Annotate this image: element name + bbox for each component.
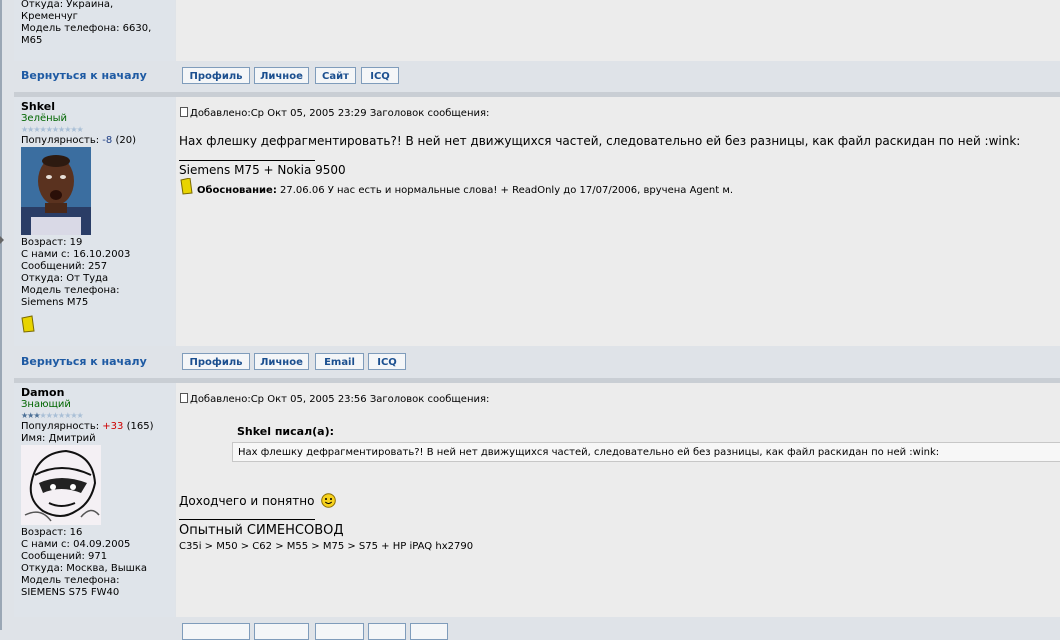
- post2-age: Возраст: 16: [21, 527, 83, 538]
- post2-message: Доходчего и понятно: [179, 493, 337, 508]
- icq-button-partial[interactable]: [410, 623, 448, 640]
- post2-header: Добавлено:Ср Окт 05, 2005 23:56 Заголово…: [180, 393, 489, 405]
- post2-author-panel: Damon Знающий ★★★★★★★★★★ Популярность: +…: [14, 383, 175, 617]
- post1-age: Возраст: 19: [21, 237, 83, 248]
- post1-phone-value: Siemens M75: [21, 297, 89, 308]
- popularity-count: (20): [115, 135, 136, 146]
- quote-author: Shkel писал(а):: [237, 425, 335, 438]
- icq-button[interactable]: ICQ: [361, 67, 399, 84]
- site-button-partial[interactable]: [368, 623, 406, 640]
- popularity-label: Популярность:: [21, 421, 100, 432]
- post1-popularity: Популярность: -8 (20): [21, 135, 175, 147]
- site-button[interactable]: Сайт: [315, 67, 356, 84]
- post2-from: Откуда: Москва, Вышка: [21, 563, 147, 574]
- post-doc-icon[interactable]: [180, 107, 188, 117]
- post2-rating-stars: ★★★★★★★★★★: [21, 411, 84, 420]
- post0-from: Откуда: Украина,: [21, 0, 114, 10]
- icq-button[interactable]: ICQ: [368, 353, 406, 370]
- post2-joined: С нами с: 04.09.2005: [21, 539, 131, 550]
- post1-phone-label: Модель телефона:: [21, 285, 120, 296]
- post1-header-text: Добавлено:Ср Окт 05, 2005 23:29 Заголово…: [190, 108, 490, 119]
- moderation-label: Обоснование:: [197, 185, 277, 196]
- post2-posts: Сообщений: 971: [21, 551, 108, 562]
- profile-button[interactable]: Профиль: [182, 353, 250, 370]
- post0-phone: Модель телефона: 6630,: [21, 23, 152, 34]
- signature-divider: [179, 160, 315, 161]
- post1-author-panel: Shkel Зелёный ★★★★★★★★★★ Популярность: -…: [14, 97, 175, 346]
- post0-phone-2: M65: [21, 35, 43, 46]
- yellow-card-icon: [180, 177, 193, 195]
- pm-button-partial[interactable]: [254, 623, 309, 640]
- post2-signature-title: Опытный СИМЕНСОВОД: [179, 523, 344, 538]
- back-to-top-link[interactable]: Вернуться к началу: [21, 69, 147, 82]
- post2-phone-label: Модель телефона:: [21, 575, 120, 586]
- post1-moderation-note: Обоснование: 27.06.06 У нас есть и норма…: [180, 177, 734, 196]
- post-doc-icon[interactable]: [180, 393, 188, 403]
- post1-header: Добавлено:Ср Окт 05, 2005 23:29 Заголово…: [180, 107, 489, 119]
- email-button[interactable]: Email: [315, 353, 364, 370]
- post2-footer-left: [14, 618, 175, 630]
- post0-author-panel: Откуда: Украина, Кременчуг Модель телефо…: [14, 0, 175, 61]
- post1-rank: Зелёный: [21, 113, 68, 124]
- moderation-text: 27.06.06 У нас есть и нормальные слова! …: [280, 185, 734, 196]
- post2-username[interactable]: Damon: [21, 386, 175, 399]
- post1-username[interactable]: Shkel: [21, 100, 175, 113]
- post2-message-text: Доходчего и понятно: [179, 494, 315, 508]
- post1-joined: С нами с: 16.10.2003: [21, 249, 131, 260]
- post1-signature: Siemens M75 + Nokia 9500: [179, 163, 346, 177]
- yellow-card-icon: [21, 315, 35, 333]
- post2-rank: Знающий: [21, 399, 71, 410]
- post1-avatar: [21, 147, 91, 235]
- post2-phone-value: SIEMENS S75 FW40: [21, 587, 120, 598]
- post1-message: Нах флешку дефрагментировать?! В ней нет…: [179, 134, 1021, 148]
- signature-divider: [179, 519, 315, 520]
- pm-button[interactable]: Личное: [254, 353, 309, 370]
- post1-posts: Сообщений: 257: [21, 261, 108, 272]
- post1-from: Откуда: От Туда: [21, 273, 109, 284]
- post0-body-panel: [176, 0, 1060, 61]
- popularity-count: (165): [126, 421, 154, 432]
- post2-name: Имя: Дмитрий: [21, 433, 96, 444]
- popularity-value[interactable]: -8: [102, 135, 112, 146]
- smile-icon: [321, 493, 337, 508]
- popularity-label: Популярность:: [21, 135, 100, 146]
- popularity-value[interactable]: +33: [102, 421, 123, 432]
- post2-avatar: [21, 445, 101, 525]
- edge-arrow-icon: [0, 236, 4, 244]
- post1-rating-stars: ★★★★★★★★★★: [21, 125, 84, 134]
- window-edge: [0, 0, 2, 630]
- post2-signature-line: C35i > M50 > C62 > M55 > M75 > S75 + HP …: [179, 541, 474, 552]
- back-to-top-link[interactable]: Вернуться к началу: [21, 355, 147, 368]
- profile-button[interactable]: Профиль: [182, 67, 250, 84]
- profile-button-partial[interactable]: [182, 623, 250, 640]
- post2-popularity: Популярность: +33 (165): [21, 421, 175, 433]
- post0-from-2: Кременчуг: [21, 11, 78, 22]
- pm-button[interactable]: Личное: [254, 67, 309, 84]
- quote-box: Нах флешку дефрагментировать?! В ней нет…: [232, 442, 1060, 462]
- email-button-partial[interactable]: [315, 623, 364, 640]
- post2-header-text: Добавлено:Ср Окт 05, 2005 23:56 Заголово…: [190, 394, 490, 405]
